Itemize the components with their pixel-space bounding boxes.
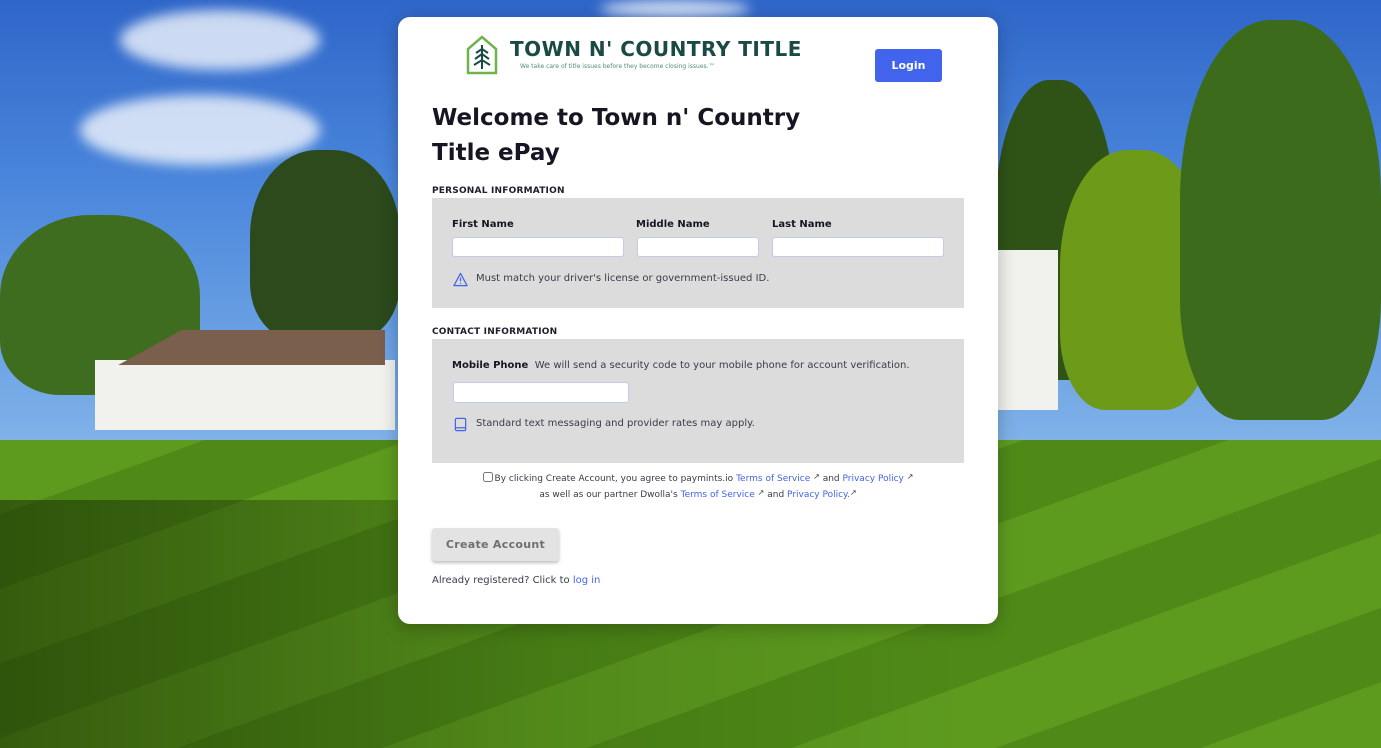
id-match-note: Must match your driver's license or gove… (476, 273, 770, 284)
paymints-privacy-link[interactable]: Privacy Policy (843, 474, 904, 484)
login-button[interactable]: Login (875, 49, 942, 82)
terms-consent-line-1: By clicking Create Account, you agree to… (432, 470, 964, 486)
personal-information-heading: PERSONAL INFORMATION (432, 186, 565, 196)
terms-consent: By clicking Create Account, you agree to… (432, 470, 964, 502)
consent-text: as well as our partner Dwolla's (539, 490, 678, 500)
mobile-phone-label: Mobile Phone We will send a security cod… (452, 360, 910, 371)
first-name-input[interactable] (452, 237, 624, 257)
first-name-label: First Name (452, 219, 514, 230)
tree (1180, 20, 1381, 420)
brand-tagline: We take care of title issues before they… (520, 63, 715, 70)
last-name-input[interactable] (772, 237, 944, 257)
already-registered: Already registered? Click to log in (432, 575, 600, 586)
house (95, 360, 395, 430)
external-link-icon: ↗ (906, 472, 914, 481)
tree-house-logo-icon (466, 35, 498, 75)
consent-and: and (767, 490, 785, 500)
sms-rates-note: Standard text messaging and provider rat… (476, 418, 755, 429)
terms-consent-line-2: as well as our partner Dwolla's Terms of… (432, 486, 964, 502)
mobile-phone-icon (454, 417, 467, 432)
dwolla-terms-link[interactable]: Terms of Service (681, 490, 755, 500)
external-link-icon: ↗ (757, 488, 765, 497)
signup-card: TOWN N' COUNTRY TITLE We take care of ti… (398, 17, 998, 624)
consent-text: By clicking Create Account, you agree to… (494, 474, 734, 484)
tree (250, 150, 400, 340)
contact-information-panel: Mobile Phone We will send a security cod… (432, 339, 964, 463)
mobile-phone-hint: We will send a security code to your mob… (534, 360, 910, 371)
house (998, 250, 1058, 410)
mobile-phone-title: Mobile Phone (452, 360, 529, 371)
warning-triangle-icon (453, 272, 468, 287)
external-link-icon: ↗ (849, 488, 857, 497)
brand-name: TOWN N' COUNTRY TITLE (510, 37, 802, 61)
create-account-button[interactable]: Create Account (432, 528, 559, 561)
terms-agree-checkbox[interactable] (482, 472, 493, 482)
middle-name-input[interactable] (637, 237, 759, 257)
cloud (80, 95, 320, 165)
mobile-phone-input[interactable] (453, 382, 629, 403)
middle-name-label: Middle Name (636, 219, 710, 230)
external-link-icon: ↗ (813, 472, 820, 481)
dwolla-privacy-link[interactable]: Privacy Policy. (787, 490, 850, 500)
cloud (120, 10, 320, 70)
paymints-terms-link[interactable]: Terms of Service (736, 474, 810, 484)
log-in-link[interactable]: log in (573, 575, 601, 586)
cloud (600, 0, 750, 18)
already-registered-text: Already registered? Click to (432, 575, 570, 586)
personal-information-panel: First Name Middle Name Last Name Must ma… (432, 198, 964, 308)
last-name-label: Last Name (772, 219, 832, 230)
consent-and: and (822, 474, 840, 484)
page-title: Welcome to Town n' Country Title ePay (432, 105, 801, 166)
contact-information-heading: CONTACT INFORMATION (432, 327, 558, 337)
